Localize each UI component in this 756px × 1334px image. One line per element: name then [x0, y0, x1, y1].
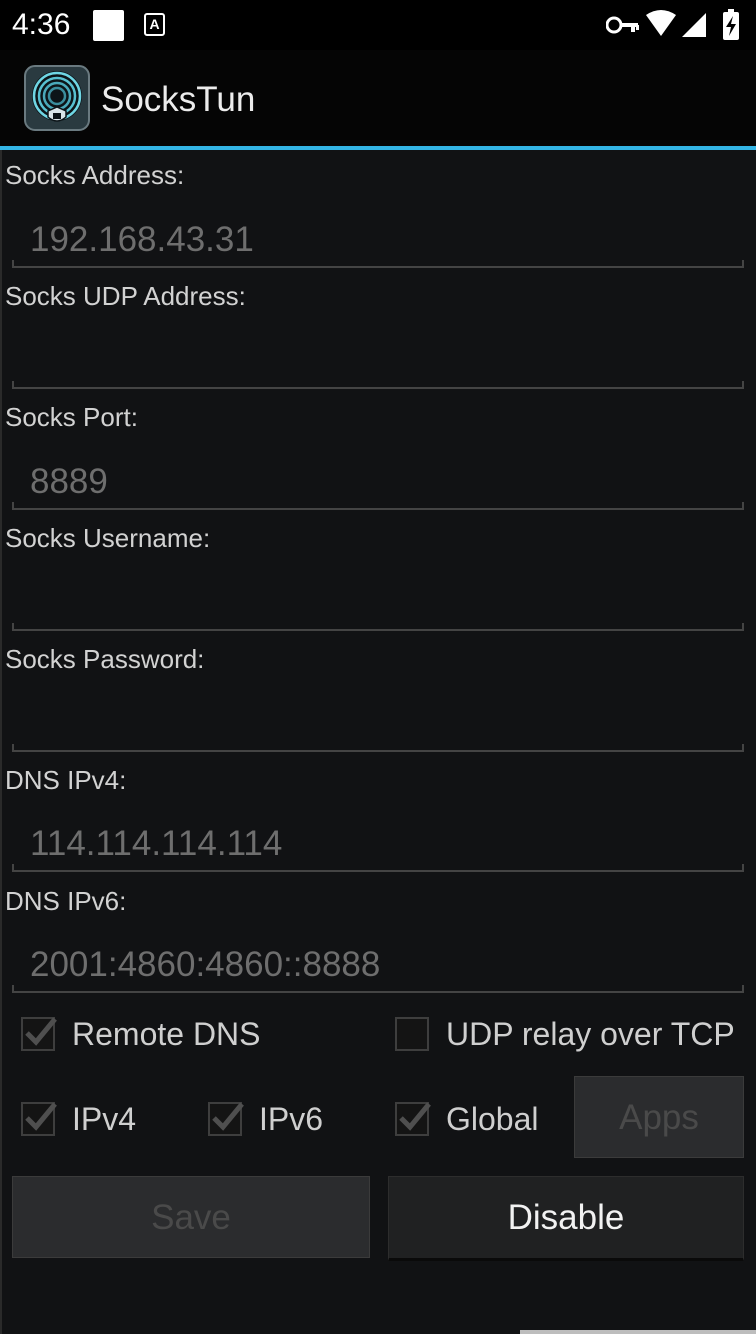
left-edge-divider	[0, 150, 2, 1334]
apps-button[interactable]: Apps	[574, 1076, 744, 1158]
dns-ipv6-value: 2001:4860:4860::8888	[30, 945, 381, 984]
wifi-icon	[646, 10, 676, 36]
dns-ipv6-field[interactable]: 2001:4860:4860::8888	[12, 933, 744, 993]
socks-udp-address-label: Socks UDP Address:	[5, 281, 246, 311]
dns-ipv4-field[interactable]: 114.114.114.114	[12, 812, 744, 872]
app-logo-icon	[24, 65, 90, 131]
dns-ipv4-value: 114.114.114.114	[30, 824, 283, 863]
signal-icon	[682, 13, 706, 37]
global-checkbox[interactable]	[395, 1102, 431, 1136]
socks-address-field[interactable]: 192.168.43.31	[12, 208, 744, 268]
ipv4-label: IPv4	[72, 1101, 137, 1137]
battery-charging-icon	[723, 9, 739, 40]
action-bar: SocksTun	[0, 50, 756, 146]
status-time: 4:36	[12, 8, 71, 41]
remote-dns-label: Remote DNS	[72, 1016, 261, 1052]
ipv6-checkbox[interactable]	[208, 1102, 244, 1136]
dns-ipv6-label: DNS IPv6:	[5, 886, 127, 916]
ipv6-label: IPv6	[259, 1101, 324, 1137]
ipv4-checkbox[interactable]	[21, 1102, 57, 1136]
a-keyboard-icon: A	[144, 13, 165, 36]
socks-password-field[interactable]	[12, 692, 744, 752]
vpn-key-icon	[605, 16, 639, 34]
checkmark-icon	[212, 1102, 244, 1131]
socks-password-label: Socks Password:	[5, 644, 205, 674]
home-indicator	[520, 1330, 756, 1334]
app-title: SocksTun	[101, 80, 256, 119]
save-button[interactable]: Save	[12, 1176, 370, 1258]
disable-button[interactable]: Disable	[388, 1176, 744, 1261]
dns-ipv4-label: DNS IPv4:	[5, 765, 127, 795]
socks-address-label: Socks Address:	[5, 160, 185, 190]
socks-username-label: Socks Username:	[5, 523, 211, 553]
remote-dns-checkbox[interactable]	[21, 1017, 57, 1051]
socks-udp-address-field[interactable]	[12, 329, 744, 389]
socks-port-field[interactable]: 8889	[12, 450, 744, 510]
action-bar-divider	[0, 146, 756, 150]
socks-port-label: Socks Port:	[5, 402, 138, 432]
checkmark-icon	[25, 1102, 57, 1131]
global-label: Global	[446, 1101, 539, 1137]
socks-address-value: 192.168.43.31	[30, 220, 254, 259]
socks-port-value: 8889	[30, 462, 108, 501]
socks-username-field[interactable]	[12, 571, 744, 631]
udp-relay-checkbox[interactable]	[395, 1017, 429, 1051]
udp-relay-label: UDP relay over TCP	[446, 1016, 735, 1052]
status-icons	[605, 8, 746, 42]
status-bar: 4:36 A	[0, 0, 756, 50]
notification-square-icon	[93, 10, 124, 41]
checkmark-icon	[399, 1102, 431, 1131]
checkmark-icon	[25, 1017, 57, 1046]
